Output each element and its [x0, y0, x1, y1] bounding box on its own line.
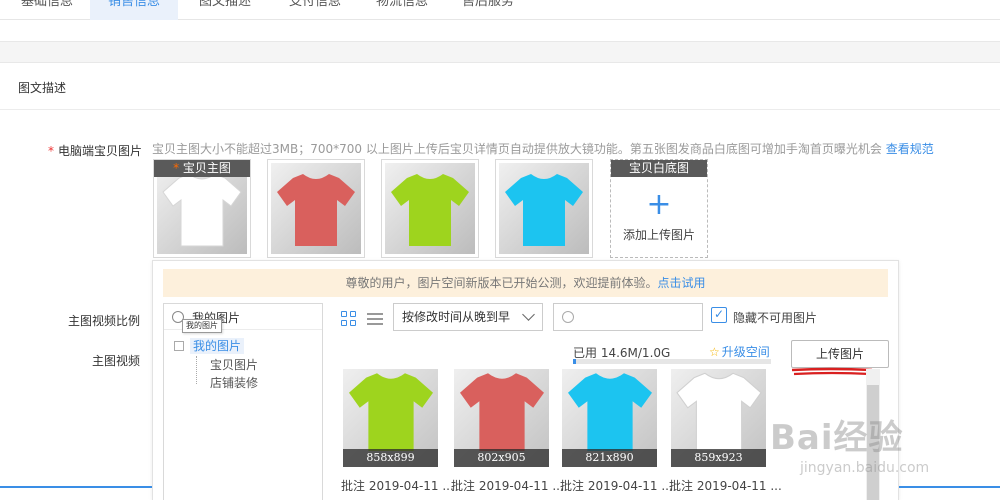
beta-notice: 尊敬的用户，图片空间新版本已开始公测，欢迎提前体验。点击试用: [163, 269, 888, 297]
tshirt-white-icon: [162, 172, 242, 246]
video-label: 主图视频: [92, 354, 141, 368]
top-tab-bar: 基础信息 销售信息 图文描述 支付信息 物流信息 售后服务: [0, 0, 1000, 20]
sort-select[interactable]: 按修改时间从晚到早: [393, 303, 543, 331]
image-search-input[interactable]: [553, 303, 703, 331]
required-mark: *: [48, 144, 54, 158]
folder-tree: 我的图片 我的图片 我的图片 宝贝图片 店铺装修: [163, 303, 323, 500]
grid-view-icon[interactable]: [341, 311, 357, 327]
notice-text: 尊敬的用户，图片空间新版本已开始公测，欢迎提前体验。: [345, 276, 658, 290]
image-caption: 批注 2019-04-11 ...: [451, 479, 564, 493]
tree-item-shop-decor[interactable]: 店铺装修: [210, 374, 258, 391]
tooltip: 我的图片: [182, 319, 222, 333]
image-slot-4-preview: [499, 163, 589, 254]
usage-bar-fill: [573, 359, 576, 364]
image-slot-4[interactable]: [495, 159, 593, 258]
image-thumbnail[interactable]: 859x923: [671, 369, 766, 467]
footer-accent-line: [899, 486, 1000, 488]
image-dimensions: 821x890: [562, 449, 657, 467]
video-ratio-label: 主图视频比例: [68, 314, 141, 328]
image-thumbnail[interactable]: 858x899: [343, 369, 438, 467]
tab-payment[interactable]: 支付信息: [275, 0, 355, 20]
upload-image-button[interactable]: 上传图片: [791, 340, 889, 368]
red-underline-annotation: [791, 367, 873, 376]
hide-unavailable-label: 隐藏不可用图片: [733, 311, 818, 325]
tshirt-green-icon: [391, 173, 469, 246]
tab-logistics[interactable]: 物流信息: [362, 0, 442, 20]
image-caption: 批注 2019-04-11 ...: [341, 479, 454, 493]
white-bg-image-slot[interactable]: 宝贝白底图 + 添加上传图片: [610, 159, 708, 258]
image-slot-2[interactable]: [267, 159, 365, 258]
image-dimensions: 859x923: [671, 449, 766, 467]
tshirt-green-icon: [349, 373, 433, 451]
tree-connector: [196, 356, 197, 384]
image-slot-3-preview: [385, 163, 475, 254]
tshirt-blue-icon: [505, 173, 583, 246]
tree-item-my-images-label: 我的图片: [190, 338, 245, 354]
main-image-slot[interactable]: * 宝贝主图: [153, 159, 251, 258]
pc-images-label-text: 电脑端宝贝图片: [58, 144, 143, 158]
tshirt-red-icon: [277, 173, 355, 246]
plus-icon: +: [646, 187, 672, 222]
list-view-icon[interactable]: [367, 311, 383, 327]
image-thumbnail[interactable]: 821x890: [562, 369, 657, 467]
pc-images-hint: 宝贝主图大小不能超过3MB；700*700 以上图片上传后宝贝详情页自动提供放大…: [152, 140, 934, 157]
image-space-popup: 尊敬的用户，图片空间新版本已开始公测，欢迎提前体验。点击试用 我的图片 我的图片…: [152, 260, 899, 500]
image-dimensions: 858x899: [343, 449, 438, 467]
image-caption: 批注 2019-04-11 ...: [560, 479, 673, 493]
hide-unavailable-checkbox[interactable]: ✓: [711, 307, 727, 323]
image-slot-2-preview: [271, 163, 361, 254]
image-caption: 批注 2019-04-11 ...: [669, 479, 782, 493]
search-icon: [562, 311, 574, 323]
tree-item-product-images[interactable]: 宝贝图片: [210, 356, 258, 373]
sort-select-value: 按修改时间从晚到早: [402, 310, 511, 324]
view-spec-link[interactable]: 查看规范: [886, 142, 934, 156]
image-thumbnail[interactable]: 802x905: [454, 369, 549, 467]
tshirt-white-icon: [676, 372, 762, 452]
tab-content-strip: [0, 20, 1000, 42]
tab-description[interactable]: 图文描述: [185, 0, 265, 20]
upgrade-space-link[interactable]: ☆ 升级空间: [709, 343, 770, 360]
watermark-logo: Bai经验: [770, 418, 904, 458]
image-dimensions: 802x905: [454, 449, 549, 467]
tab-after-sales[interactable]: 售后服务: [448, 0, 528, 20]
footer-accent-line: [0, 486, 152, 488]
add-image-text: 添加上传图片: [622, 228, 695, 242]
tab-sales-info[interactable]: 销售信息: [90, 0, 178, 20]
star-icon: ☆: [709, 345, 720, 359]
main-image-header: * 宝贝主图: [154, 160, 250, 177]
section-title: 图文描述: [18, 81, 67, 95]
tshirt-red-icon: [460, 373, 544, 451]
tab-basic-info[interactable]: 基础信息: [12, 0, 82, 20]
tree-item-my-images[interactable]: 我的图片: [174, 338, 245, 354]
white-bg-image-header: 宝贝白底图: [611, 160, 707, 177]
try-now-link[interactable]: 点击试用: [658, 276, 706, 290]
tshirt-blue-icon: [568, 373, 652, 451]
watermark-url: jingyan.baidu.com: [800, 460, 930, 476]
hint-text: 宝贝主图大小不能超过3MB；700*700 以上图片上传后宝贝详情页自动提供放大…: [152, 142, 882, 156]
image-slot-3[interactable]: [381, 159, 479, 258]
tree-checkbox[interactable]: [174, 341, 184, 351]
section-divider: [0, 109, 1000, 110]
pc-images-label: * 电脑端宝贝图片: [48, 142, 142, 159]
chevron-down-icon: [522, 308, 535, 321]
